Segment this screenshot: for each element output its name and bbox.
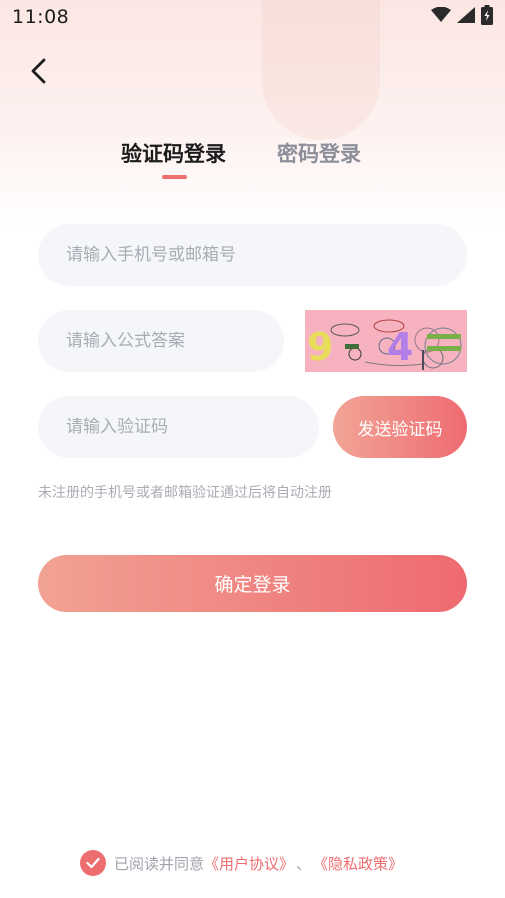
status-icons: [431, 5, 493, 29]
confirm-login-button[interactable]: 确定登录: [38, 555, 467, 612]
register-hint: 未注册的手机号或者邮箱验证通过后将自动注册: [38, 485, 332, 501]
phone-email-field: [38, 224, 467, 286]
back-button[interactable]: [24, 54, 56, 88]
active-tab-indicator: [162, 175, 187, 179]
svg-text:4: 4: [387, 325, 413, 369]
formula-answer-input[interactable]: [66, 331, 284, 351]
agreement-separator: 、: [296, 854, 312, 873]
signal-icon: [457, 7, 475, 27]
formula-answer-field: [38, 310, 284, 372]
status-time: 11:08: [12, 6, 70, 28]
wifi-icon: [431, 6, 451, 27]
phone-email-input[interactable]: [66, 245, 467, 265]
agreement-checkbox[interactable]: [80, 850, 106, 876]
tab-sms-login[interactable]: 验证码登录: [121, 138, 226, 168]
verification-code-field: [38, 396, 319, 458]
user-agreement-link[interactable]: 《用户协议》: [204, 853, 294, 874]
battery-icon: [481, 5, 493, 29]
tab-password-login[interactable]: 密码登录: [277, 138, 361, 168]
checkmark-icon: [86, 857, 100, 869]
captcha-image[interactable]: 9 4: [305, 310, 467, 372]
chevron-left-icon: [31, 58, 46, 84]
agreement-row: 已阅读并同意 《用户协议》 、 《隐私政策》: [80, 850, 403, 876]
status-bar: 11:08: [0, 0, 505, 34]
send-code-button[interactable]: 发送验证码: [333, 396, 467, 458]
agreement-prefix: 已阅读并同意: [114, 854, 205, 873]
verification-code-input[interactable]: [66, 417, 319, 437]
header-background: [0, 0, 505, 230]
privacy-policy-link[interactable]: 《隐私政策》: [313, 853, 403, 874]
login-tabs: 验证码登录 密码登录: [0, 138, 505, 188]
svg-text:9: 9: [307, 325, 333, 369]
